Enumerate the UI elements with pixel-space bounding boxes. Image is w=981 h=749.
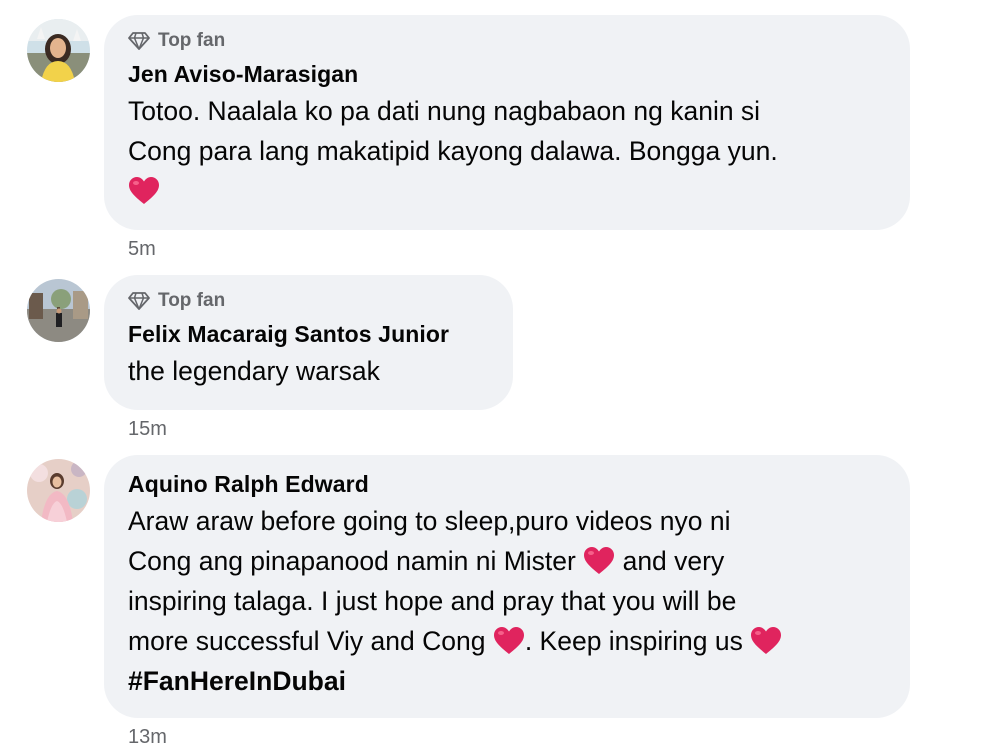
heart-icon <box>129 177 159 204</box>
comment-text-segment: Cong ang pinapanood namin ni Mister <box>128 546 584 576</box>
comment-line: the legendary warsak <box>128 356 380 386</box>
avatar[interactable] <box>27 279 90 342</box>
hashtag-link[interactable]: #FanHereInDubai <box>128 666 346 696</box>
comment-bubble: Top fan Felix Macaraig Santos Junior the… <box>104 275 513 410</box>
comment-line: Cong ang pinapanood namin ni Mister and … <box>128 541 886 581</box>
comment-line: Cong para lang makatipid kayong dalawa. … <box>128 136 778 166</box>
avatar[interactable] <box>27 459 90 522</box>
diamond-icon <box>128 292 150 310</box>
comment-line: #FanHereInDubai <box>128 661 886 701</box>
avatar[interactable] <box>27 19 90 82</box>
comment-line: Araw araw before going to sleep,puro vid… <box>128 506 731 536</box>
comment-text-segment: and very <box>615 546 725 576</box>
comment-author[interactable]: Aquino Ralph Edward <box>128 469 886 499</box>
comment-line: more successful Viy and Cong . Keep insp… <box>128 621 886 661</box>
badge-label: Top fan <box>158 290 226 311</box>
comment-text: Araw araw before going to sleep,puro vid… <box>128 501 886 701</box>
comment-line: inspiring talaga. I just hope and pray t… <box>128 586 737 616</box>
top-fan-badge[interactable]: Top fan <box>128 29 886 53</box>
comment-timestamp[interactable]: 15m <box>128 418 167 441</box>
diamond-icon <box>128 32 150 50</box>
comment-text: Totoo. Naalala ko pa dati nung nagbabaon… <box>128 91 886 211</box>
comment-bubble: Aquino Ralph Edward Araw araw before goi… <box>104 455 910 718</box>
heart-icon <box>584 547 615 574</box>
badge-label: Top fan <box>158 30 226 51</box>
comment-line: Totoo. Naalala ko pa dati nung nagbabaon… <box>128 96 761 126</box>
comment-timestamp[interactable]: 5m <box>128 238 156 261</box>
comment-bubble: Top fan Jen Aviso-Marasigan Totoo. Naala… <box>104 15 910 230</box>
heart-icon <box>493 627 524 654</box>
comment-timestamp[interactable]: 13m <box>128 726 167 749</box>
comment-text-segment: more successful Viy and Cong <box>128 626 493 656</box>
heart-emoji <box>128 171 886 211</box>
top-fan-badge[interactable]: Top fan <box>128 289 489 313</box>
comment-author[interactable]: Felix Macaraig Santos Junior <box>128 319 489 349</box>
comment-text: the legendary warsak <box>128 351 489 391</box>
heart-icon <box>751 627 782 654</box>
comment-text-segment: . Keep inspiring us <box>524 626 751 656</box>
comment-author[interactable]: Jen Aviso-Marasigan <box>128 59 886 89</box>
